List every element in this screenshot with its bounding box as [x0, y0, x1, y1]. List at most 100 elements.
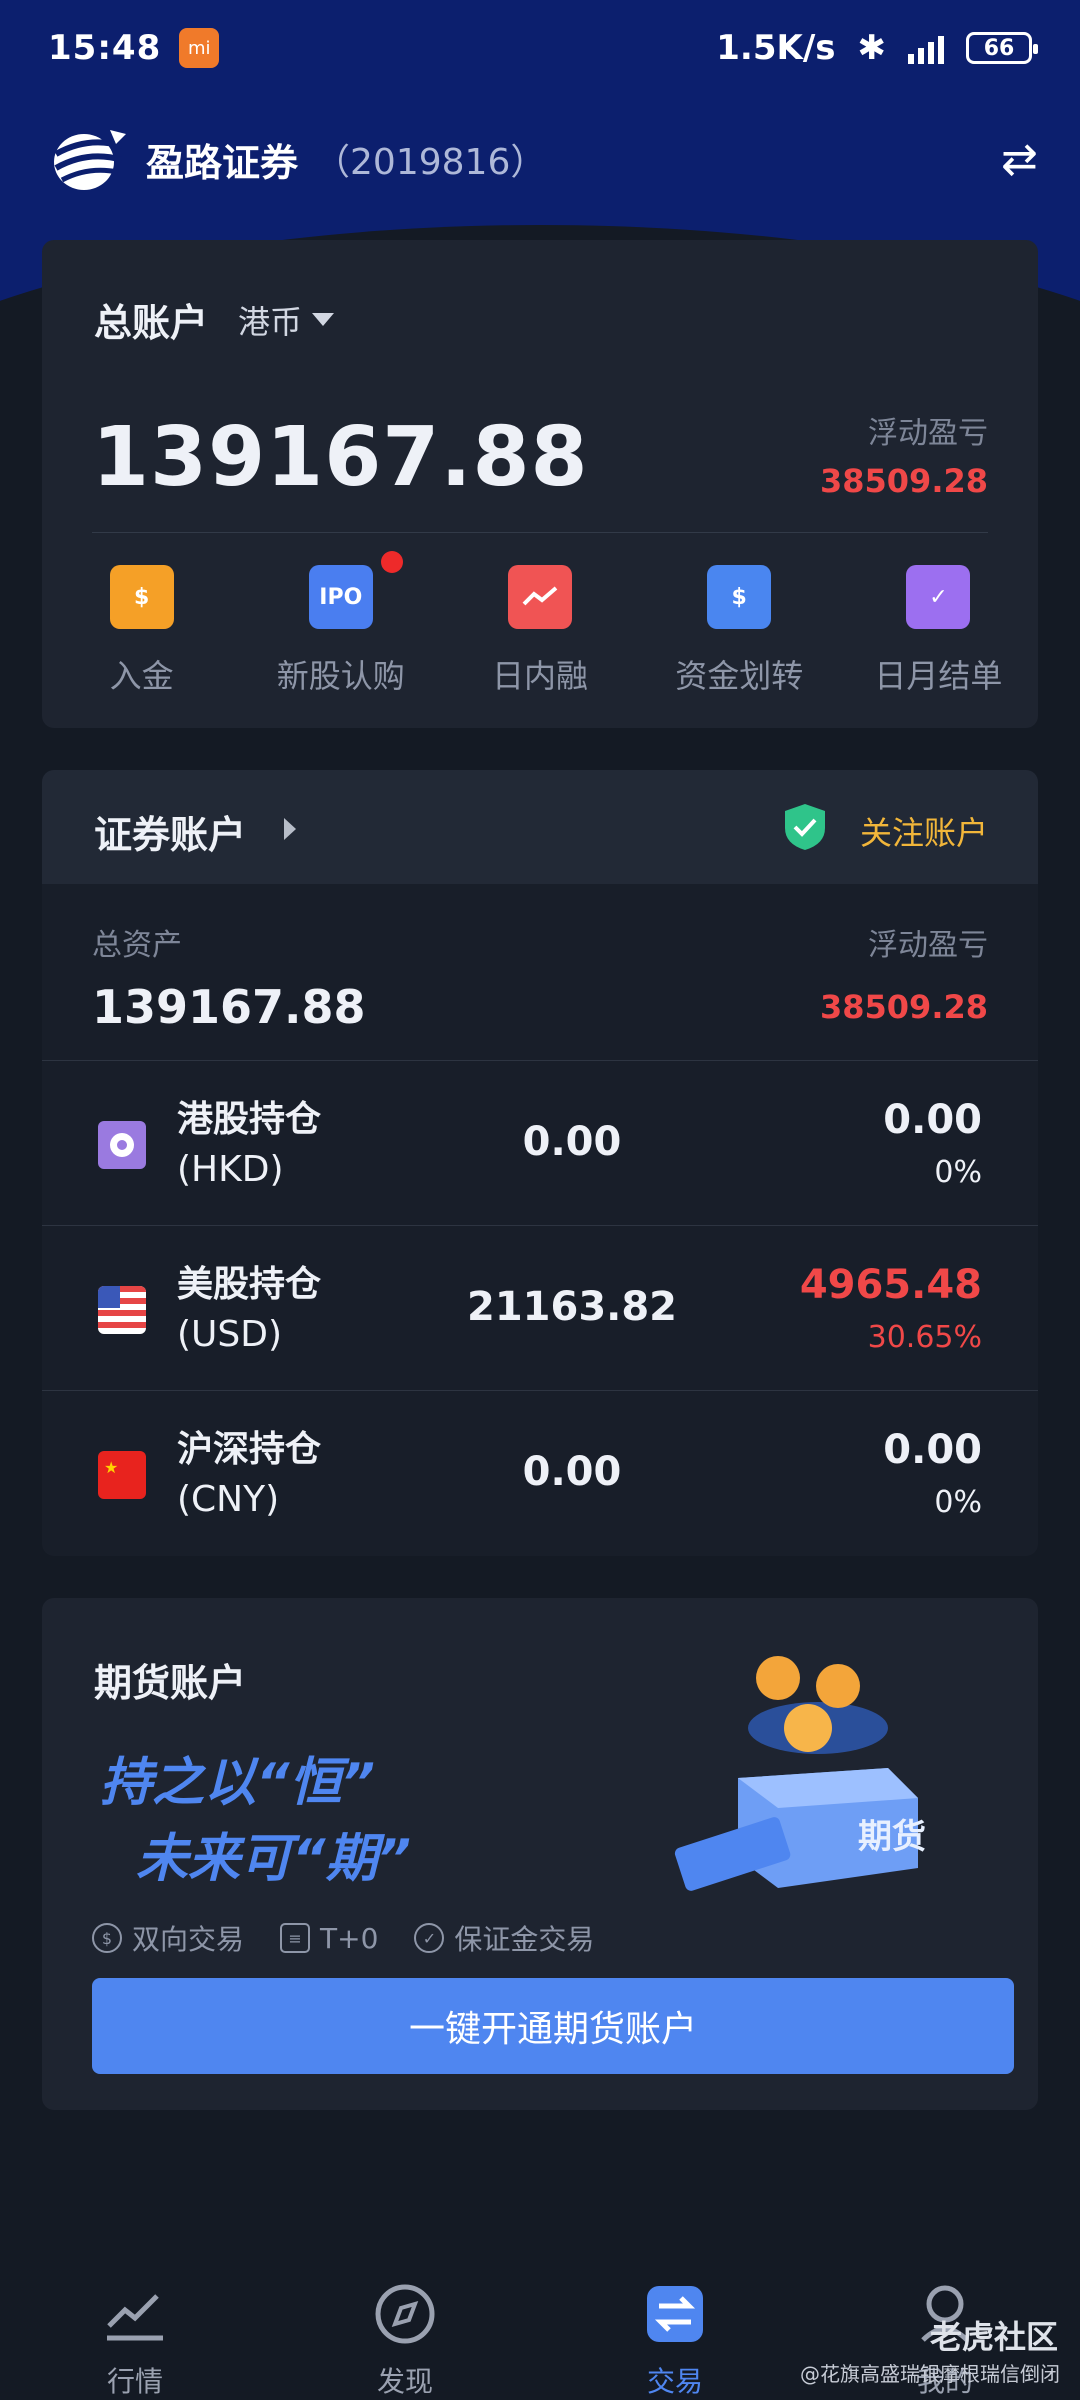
watermark-brand: 老虎社区 [929, 2318, 1058, 2356]
nav-label: 行情 [106, 2365, 163, 2398]
trade-swap-icon [647, 2286, 703, 2342]
app-notification-icon: mi [179, 28, 220, 68]
feature-margin: ✓ 保证金交易 [414, 1918, 594, 1958]
securities-title[interactable]: 证券账户 [94, 804, 246, 859]
action-transfer[interactable]: $ 资金划转 [640, 565, 839, 697]
illustration-label: 期货 [858, 1817, 926, 1857]
notification-dot [380, 551, 403, 573]
position-row-hk[interactable]: 港股持仓 (HKD) 0.00 0.00 0% [42, 1060, 1038, 1225]
action-label: 日月结单 [874, 657, 1003, 695]
position-market: 沪深持仓 [177, 1429, 322, 1470]
float-pl-value: 38509.28 [819, 988, 988, 1026]
action-statement[interactable]: ✓ 日月结单 [839, 565, 1038, 697]
position-row-cn[interactable]: ★ 沪深持仓 (CNY) 0.00 0.00 0% [42, 1390, 1038, 1555]
switch-account-icon[interactable]: ⇄ [1001, 134, 1038, 185]
action-deposit[interactable]: $ 入金 [42, 565, 241, 697]
brand-logo-icon [54, 130, 126, 190]
slogan-line-2: 未来可“期” [136, 1829, 411, 1889]
slogan-line-1: 持之以“恒” [100, 1753, 375, 1813]
deposit-icon: $ [109, 565, 174, 629]
total-amount: 139167.88 [92, 410, 589, 505]
feature-label: T+0 [320, 1921, 379, 1955]
total-asset-value: 139167.88 [92, 980, 366, 1034]
action-ipo[interactable]: IPO 新股认购 [241, 551, 440, 697]
caret-down-icon[interactable] [312, 313, 335, 326]
statement-icon: ✓ [906, 565, 971, 629]
shield-icon: ✓ [414, 1923, 445, 1953]
feature-label: 双向交易 [132, 1923, 245, 1956]
action-label: 资金划转 [675, 657, 804, 695]
securities-account-card: 证券账户 关注账户 总资产 浮动盈亏 139167.88 38509.28 港股… [42, 770, 1038, 1556]
action-label: 入金 [109, 657, 174, 695]
follow-account-button[interactable]: 关注账户 [860, 808, 988, 854]
position-pl-percent: 0% [934, 1155, 982, 1190]
open-futures-button[interactable]: 一键开通期货账户 [92, 1978, 1014, 2074]
app-header: 盈路证券 （2019816） ⇄ [48, 118, 1038, 200]
watermark-text: @花旗高盛瑞银摩根瑞信倒闭 [800, 2362, 1060, 2386]
hong-kong-flag-icon [98, 1121, 146, 1169]
position-pl: 0.00 [883, 1097, 982, 1143]
position-pl-percent: 0% [934, 1485, 982, 1520]
float-pl-label: 浮动盈亏 [868, 928, 988, 963]
total-account-title: 总账户 [94, 301, 209, 345]
chevron-right-icon[interactable] [284, 818, 296, 840]
nav-trade[interactable]: 交易 [540, 2260, 810, 2400]
nav-market[interactable]: 行情 [0, 2260, 270, 2400]
action-label: 新股认购 [276, 657, 405, 695]
futures-title: 期货账户 [94, 1661, 247, 1705]
float-pl-label: 浮动盈亏 [868, 416, 988, 451]
position-value: 21163.82 [466, 1284, 678, 1330]
total-account-card: 总账户 港币 139167.88 浮动盈亏 38509.28 $ 入金 IPO … [42, 240, 1038, 728]
position-currency: (HKD) [177, 1149, 284, 1190]
position-row-us[interactable]: 美股持仓 (USD) 21163.82 4965.48 30.65% [42, 1225, 1038, 1390]
feature-label: 保证金交易 [454, 1923, 595, 1956]
china-flag-icon: ★ [98, 1451, 146, 1499]
feature-bidirectional: $ 双向交易 [92, 1918, 244, 1958]
securities-header[interactable]: 证券账户 关注账户 [42, 770, 1038, 884]
us-flag-icon [98, 1286, 146, 1334]
total-asset-label: 总资产 [92, 928, 182, 963]
position-market: 港股持仓 [177, 1099, 322, 1140]
position-pl: 4965.48 [799, 1262, 982, 1308]
position-market: 美股持仓 [177, 1264, 322, 1305]
divider [92, 532, 988, 533]
shield-check-icon[interactable] [782, 802, 828, 852]
position-name: 港股持仓 (HKD) [177, 1095, 321, 1195]
ipo-icon: IPO [308, 551, 403, 629]
position-currency: (USD) [177, 1314, 283, 1355]
action-label: 日内融 [492, 657, 589, 695]
position-value: 0.00 [522, 1449, 622, 1495]
battery-icon: 66 [966, 32, 1038, 64]
total-account-header: 总账户 港币 [94, 292, 335, 347]
position-value: 0.00 [522, 1119, 622, 1165]
position-pl: 0.00 [883, 1427, 982, 1473]
intraday-icon [508, 565, 572, 629]
feature-t0: ≡ T+0 [280, 1922, 378, 1955]
nav-discover[interactable]: 发现 [270, 2260, 540, 2400]
position-name: 美股持仓 (USD) [177, 1260, 321, 1360]
account-id: （2019816） [314, 142, 547, 183]
futures-account-card: 期货账户 持之以“恒” 未来可“期” 期货 $ 双向交易 ≡ T+0 ✓ 保证金交易 … [42, 1598, 1038, 2110]
quick-actions: $ 入金 IPO 新股认购 日内融 $ 资金划转 ✓ 日月结单 [42, 551, 1038, 697]
position-name: 沪深持仓 (CNY) [177, 1425, 321, 1525]
dollar-circle-icon: $ [92, 1923, 122, 1953]
nav-label: 发现 [376, 2365, 433, 2398]
compass-icon [375, 2284, 435, 2344]
calendar-icon: ≡ [280, 1923, 311, 1953]
network-speed: 1.5K/s [716, 28, 836, 68]
market-chart-icon [107, 2294, 163, 2341]
currency-selector[interactable]: 港币 [238, 297, 302, 343]
signal-icon [908, 32, 944, 64]
futures-illustration: 期货 [674, 1656, 926, 1891]
position-currency: (CNY) [177, 1479, 280, 1520]
brand-name: 盈路证券 [146, 140, 299, 185]
svg-text:★: ★ [104, 1458, 118, 1477]
float-pl-value: 38509.28 [819, 462, 988, 500]
action-intraday[interactable]: 日内融 [440, 565, 639, 697]
bluetooth-icon: ✱ [857, 28, 887, 68]
nav-label: 交易 [646, 2365, 703, 2398]
transfer-icon: $ [707, 565, 772, 629]
status-bar: 15:48 mi 1.5K/s ✱ 66 [0, 0, 1080, 96]
futures-features: $ 双向交易 ≡ T+0 ✓ 保证金交易 [92, 1918, 594, 1958]
status-time: 15:48 [48, 28, 162, 68]
